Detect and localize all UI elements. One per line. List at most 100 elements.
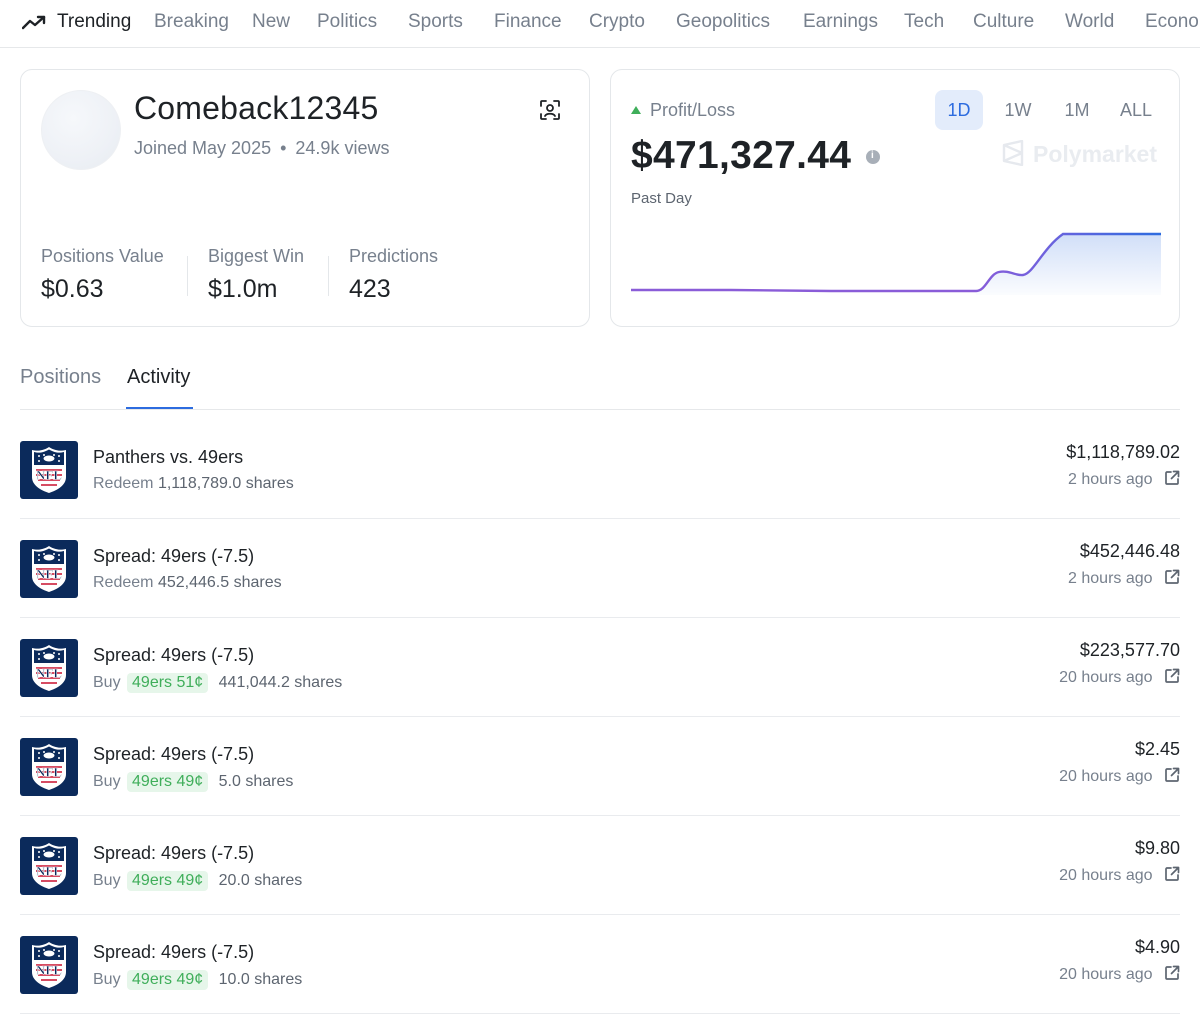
share-count: 10.0 shares — [218, 971, 303, 988]
activity-row[interactable]: NFL Spread: 49ers (-7.5) Buy 49ers 49¢ 1… — [20, 915, 1180, 1014]
info-icon[interactable] — [866, 150, 880, 164]
activity-time: 20 hours ago — [1059, 965, 1180, 984]
profile-meta: Joined May 2025 • 24.9k views — [134, 138, 389, 159]
nav-item-crypto[interactable]: Crypto — [589, 10, 645, 34]
profile-card: Comeback12345 Joined May 2025 • 24.9k view… — [20, 69, 590, 327]
share-count: 1,118,789.0 shares — [157, 475, 294, 492]
timestamp: 20 hours ago — [1059, 768, 1153, 785]
tab-activity[interactable]: Activity — [127, 366, 190, 389]
activity-time: 20 hours ago — [1059, 866, 1180, 885]
period-label: Past Day — [631, 190, 692, 207]
share-count: 452,446.5 shares — [157, 574, 282, 591]
activity-time: 2 hours ago — [1068, 470, 1180, 489]
activity-action: Buy — [93, 674, 121, 691]
nav-item-tech[interactable]: Tech — [904, 10, 944, 34]
nav-item-politics[interactable]: Politics — [317, 10, 377, 34]
activity-row[interactable]: NFL Spread: 49ers (-7.5) Buy 49ers 51¢ 4… — [20, 618, 1180, 717]
activity-detail: Buy 49ers 49¢ 5.0 shares — [93, 772, 293, 792]
top-nav: Trending Breaking New Politics Sports Fi… — [0, 0, 1200, 48]
scan-icon[interactable] — [539, 99, 561, 121]
range-1w-button[interactable]: 1W — [994, 90, 1042, 130]
activity-amount: $1,118,789.02 — [1066, 442, 1180, 462]
stat-value: $1.0m — [208, 275, 278, 303]
nfl-logo-icon: NFL — [20, 936, 78, 994]
nav-item-new[interactable]: New — [252, 10, 290, 34]
nav-item-breaking[interactable]: Breaking — [154, 10, 229, 34]
external-link-icon[interactable] — [1164, 668, 1180, 684]
active-tab-indicator — [126, 407, 193, 409]
svg-text:NFL: NFL — [36, 468, 62, 483]
nav-item-world[interactable]: World — [1065, 10, 1114, 34]
activity-detail: Buy 49ers 51¢ 441,044.2 shares — [93, 673, 342, 693]
stat-value: 423 — [349, 275, 391, 303]
svg-text:NFL: NFL — [36, 567, 62, 582]
activity-amount: $223,577.70 — [1079, 640, 1180, 660]
nfl-logo-icon: NFL — [20, 441, 78, 499]
share-count: 441,044.2 shares — [218, 674, 343, 691]
stat-predictions: Predictions 423 — [349, 246, 438, 304]
outcome-price-badge: 49ers 49¢ — [127, 772, 209, 792]
nav-item-finance[interactable]: Finance — [494, 10, 562, 34]
market-title[interactable]: Spread: 49ers (-7.5) — [93, 645, 254, 666]
external-link-icon[interactable] — [1164, 866, 1180, 882]
nav-item-sports[interactable]: Sports — [408, 10, 463, 34]
polymarket-wordmark: Polymarket — [1033, 141, 1158, 167]
up-arrow-icon — [631, 106, 641, 114]
nav-item-trending[interactable]: Trending — [57, 10, 131, 34]
stat-label: Biggest Win — [208, 246, 305, 266]
nav-item-economy[interactable]: Econo — [1145, 10, 1199, 34]
market-title[interactable]: Spread: 49ers (-7.5) — [93, 843, 254, 864]
outcome-price-badge: 49ers 51¢ — [127, 673, 209, 693]
polymarket-logo: Polymarket — [1001, 139, 1158, 170]
view-count: 24.9k views — [295, 138, 390, 158]
range-1d-button[interactable]: 1D — [935, 90, 983, 130]
market-title[interactable]: Spread: 49ers (-7.5) — [93, 744, 254, 765]
timestamp: 2 hours ago — [1068, 570, 1153, 587]
outcome-price-badge: 49ers 49¢ — [127, 970, 209, 990]
stat-label: Predictions — [349, 246, 439, 266]
stat-value: $0.63 — [41, 275, 104, 303]
svg-text:NFL: NFL — [36, 765, 62, 780]
external-link-icon[interactable] — [1164, 569, 1180, 585]
activity-time: 2 hours ago — [1068, 569, 1180, 588]
divider — [187, 256, 188, 296]
nav-item-geopolitics[interactable]: Geopolitics — [676, 10, 770, 34]
timestamp: 20 hours ago — [1059, 669, 1153, 686]
share-count: 20.0 shares — [218, 872, 303, 889]
activity-detail: Redeem 1,118,789.0 shares — [93, 475, 294, 493]
activity-time: 20 hours ago — [1059, 767, 1180, 786]
pnl-label: Profit/Loss — [631, 100, 735, 121]
activity-detail: Redeem 452,446.5 shares — [93, 574, 282, 592]
activity-amount: $452,446.48 — [1079, 541, 1180, 561]
market-title[interactable]: Spread: 49ers (-7.5) — [93, 942, 254, 963]
activity-time: 20 hours ago — [1059, 668, 1180, 687]
nfl-logo-icon: NFL — [20, 540, 78, 598]
range-1m-button[interactable]: 1M — [1053, 90, 1101, 130]
outcome-price-badge: 49ers 49¢ — [127, 871, 209, 891]
tab-positions[interactable]: Positions — [20, 366, 101, 389]
activity-row[interactable]: NFL Panthers vs. 49ers Redeem 1,118,789.… — [20, 420, 1180, 519]
market-title[interactable]: Spread: 49ers (-7.5) — [93, 546, 254, 567]
activity-row[interactable]: NFL Spread: 49ers (-7.5) Buy 49ers 49¢ 2… — [20, 816, 1180, 915]
activity-row[interactable]: NFL Spread: 49ers (-7.5) Buy 49ers 49¢ 5… — [20, 717, 1180, 816]
range-all-button[interactable]: ALL — [1112, 90, 1160, 130]
pnl-chart — [631, 232, 1161, 295]
nav-item-culture[interactable]: Culture — [973, 10, 1034, 34]
timestamp: 20 hours ago — [1059, 867, 1153, 884]
external-link-icon[interactable] — [1164, 965, 1180, 981]
nav-item-earnings[interactable]: Earnings — [803, 10, 878, 34]
external-link-icon[interactable] — [1164, 470, 1180, 486]
activity-row[interactable]: NFL Spread: 49ers (-7.5) Redeem 452,446.… — [20, 519, 1180, 618]
activity-action: Buy — [93, 872, 121, 889]
market-title[interactable]: Panthers vs. 49ers — [93, 447, 243, 468]
joined-date: Joined May 2025 — [134, 138, 272, 158]
activity-detail: Buy 49ers 49¢ 10.0 shares — [93, 970, 302, 990]
stat-biggest-win: Biggest Win $1.0m — [208, 246, 304, 304]
stat-label: Positions Value — [41, 246, 164, 266]
svg-text:NFL: NFL — [36, 963, 62, 978]
stat-positions-value: Positions Value $0.63 — [41, 246, 164, 304]
nfl-logo-icon: NFL — [20, 738, 78, 796]
separator-dot: • — [280, 138, 287, 158]
external-link-icon[interactable] — [1164, 767, 1180, 783]
activity-action: Redeem — [93, 475, 154, 492]
